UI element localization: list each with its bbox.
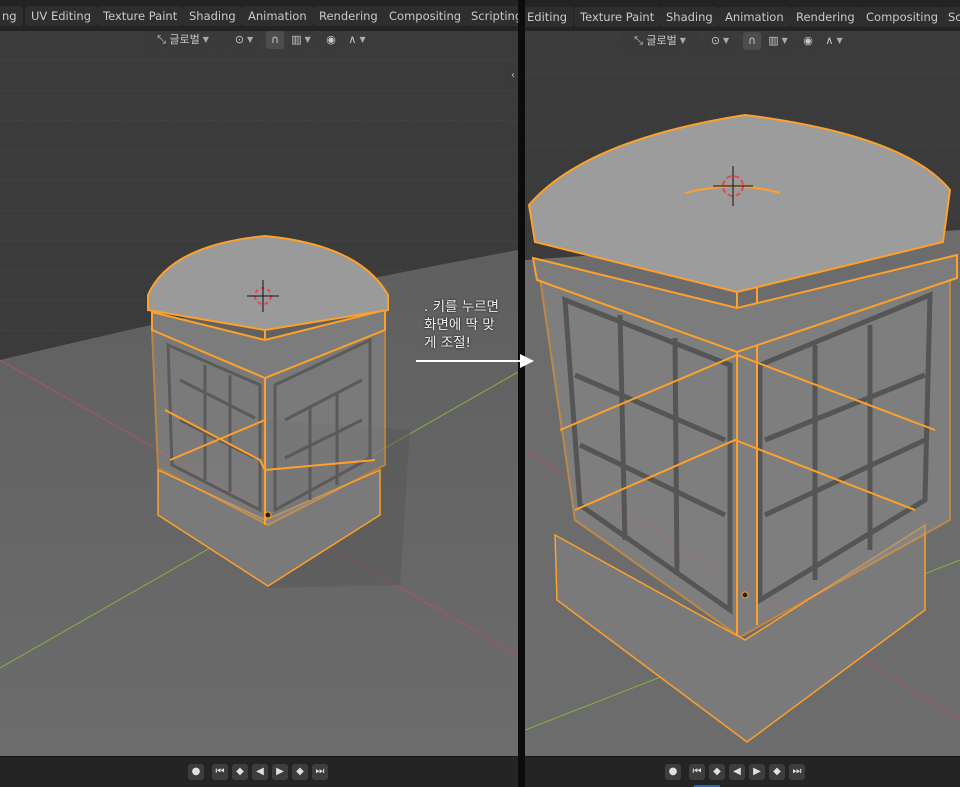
falloff-dropdown[interactable]: ∧ ▼: [819, 32, 849, 50]
proportional-edit-toggle[interactable]: ◉: [322, 31, 340, 49]
prev-keyframe-button[interactable]: ◆: [709, 764, 725, 780]
chevron-down-icon: ▼: [202, 35, 209, 44]
transform-orientation-dropdown[interactable]: ⤡ 글로벌 ▼: [144, 31, 222, 49]
chevron-down-icon: ▼: [781, 36, 788, 45]
chevron-down-icon: ▼: [247, 35, 254, 44]
proportional-edit-icon: ◉: [326, 33, 336, 46]
jump-to-start-button[interactable]: ⏮: [212, 764, 228, 780]
viewport-panel-left[interactable]: ng UV Editing Texture Paint Shading Anim…: [0, 0, 518, 787]
proportional-edit-icon: ◉: [803, 34, 813, 47]
tab-animation[interactable]: Animation: [719, 7, 790, 27]
snap-magnet-icon: ∩: [270, 33, 280, 46]
play-reverse-button[interactable]: ◀: [252, 764, 268, 780]
tab-shading[interactable]: Shading: [183, 6, 242, 26]
orientation-icon: ⤡: [157, 33, 166, 46]
annotation-text: . 키를 누르면 화면에 딱 맞 게 조절!: [424, 298, 524, 352]
sidebar-toggle-icon[interactable]: ‹: [506, 64, 518, 88]
tab-texture-paint[interactable]: Texture Paint: [574, 7, 661, 27]
timeline-controls-left: ● ⏮ ◆ ◀ ▶ ◆ ⏭: [0, 756, 518, 787]
tab-uv-editing[interactable]: Editing: [525, 7, 574, 27]
tab-layout[interactable]: ng: [0, 6, 23, 26]
snap-target-dropdown[interactable]: ▥ ▼: [286, 31, 316, 49]
workspace-tabs-left: ng UV Editing Texture Paint Shading Anim…: [0, 0, 518, 31]
record-button[interactable]: ●: [665, 764, 681, 780]
play-reverse-button[interactable]: ◀: [729, 764, 745, 780]
timeline-controls-right: ● ⏮ ◆ ◀ ▶ ◆ ⏭: [525, 756, 960, 787]
chevron-down-icon: ▼: [304, 35, 311, 44]
viewport-panel-right[interactable]: Editing Texture Paint Shading Animation …: [525, 0, 960, 787]
tab-shading[interactable]: Shading: [660, 7, 719, 27]
tab-rendering[interactable]: Rendering: [313, 6, 384, 26]
pivot-point-icon: ⊙: [710, 34, 721, 47]
snap-toggle[interactable]: ∩: [266, 31, 284, 49]
jump-to-start-button[interactable]: ⏮: [689, 764, 705, 780]
tab-rendering[interactable]: Rendering: [790, 7, 861, 27]
workspace-tabs-right: Editing Texture Paint Shading Animation …: [525, 0, 960, 31]
tab-scripting[interactable]: Scripting: [465, 6, 518, 26]
play-button[interactable]: ▶: [272, 764, 288, 780]
annotation-arrow-icon: [416, 354, 534, 368]
play-button[interactable]: ▶: [749, 764, 765, 780]
snap-increment-icon: ▥: [291, 33, 302, 46]
viewport-3d-left[interactable]: [0, 0, 518, 787]
pivot-point-icon: ⊙: [234, 33, 245, 46]
proportional-edit-toggle[interactable]: ◉: [799, 32, 817, 50]
annotation-line-2: 화면에 딱 맞: [424, 317, 495, 333]
chevron-down-icon: ▼: [723, 36, 730, 45]
chevron-down-icon: ▼: [679, 36, 686, 45]
record-button[interactable]: ●: [188, 764, 204, 780]
falloff-curve-icon: ∧: [825, 34, 834, 47]
viewport-header-right: ⤡ 글로벌 ▼ ⊙ ▼ ∩ ▥ ▼ ◉ ∧ ▼: [525, 32, 960, 50]
next-keyframe-button[interactable]: ◆: [292, 764, 308, 780]
snap-toggle[interactable]: ∩: [743, 32, 761, 50]
tab-animation[interactable]: Animation: [242, 6, 313, 26]
chevron-down-icon: ▼: [359, 35, 366, 44]
snap-magnet-icon: ∩: [747, 34, 757, 47]
tab-compositing[interactable]: Compositing: [860, 7, 945, 27]
tab-compositing[interactable]: Compositing: [383, 6, 468, 26]
snap-increment-icon: ▥: [768, 34, 779, 47]
orientation-icon: ⤡: [634, 34, 643, 47]
chevron-down-icon: ▼: [836, 36, 843, 45]
falloff-dropdown[interactable]: ∧ ▼: [342, 31, 372, 49]
viewport-header-left: ⤡ 글로벌 ▼ ⊙ ▼ ∩ ▥ ▼ ◉ ∧ ▼: [0, 31, 518, 49]
jump-to-end-button[interactable]: ⏭: [312, 764, 328, 780]
viewport-3d-right[interactable]: [525, 0, 960, 787]
transform-orientation-dropdown[interactable]: ⤡ 글로벌 ▼: [621, 32, 699, 50]
tab-texture-paint[interactable]: Texture Paint: [97, 6, 184, 26]
pivot-point-dropdown[interactable]: ⊙ ▼: [706, 32, 734, 50]
annotation-line-3: 게 조절!: [424, 335, 471, 351]
falloff-curve-icon: ∧: [348, 33, 357, 46]
prev-keyframe-button[interactable]: ◆: [232, 764, 248, 780]
annotation-line-1: . 키를 누르면: [424, 299, 499, 315]
pivot-point-dropdown[interactable]: ⊙ ▼: [230, 31, 258, 49]
snap-target-dropdown[interactable]: ▥ ▼: [763, 32, 793, 50]
tab-scripting[interactable]: Sc: [942, 7, 960, 27]
next-keyframe-button[interactable]: ◆: [769, 764, 785, 780]
jump-to-end-button[interactable]: ⏭: [789, 764, 805, 780]
tab-uv-editing[interactable]: UV Editing: [25, 6, 97, 26]
